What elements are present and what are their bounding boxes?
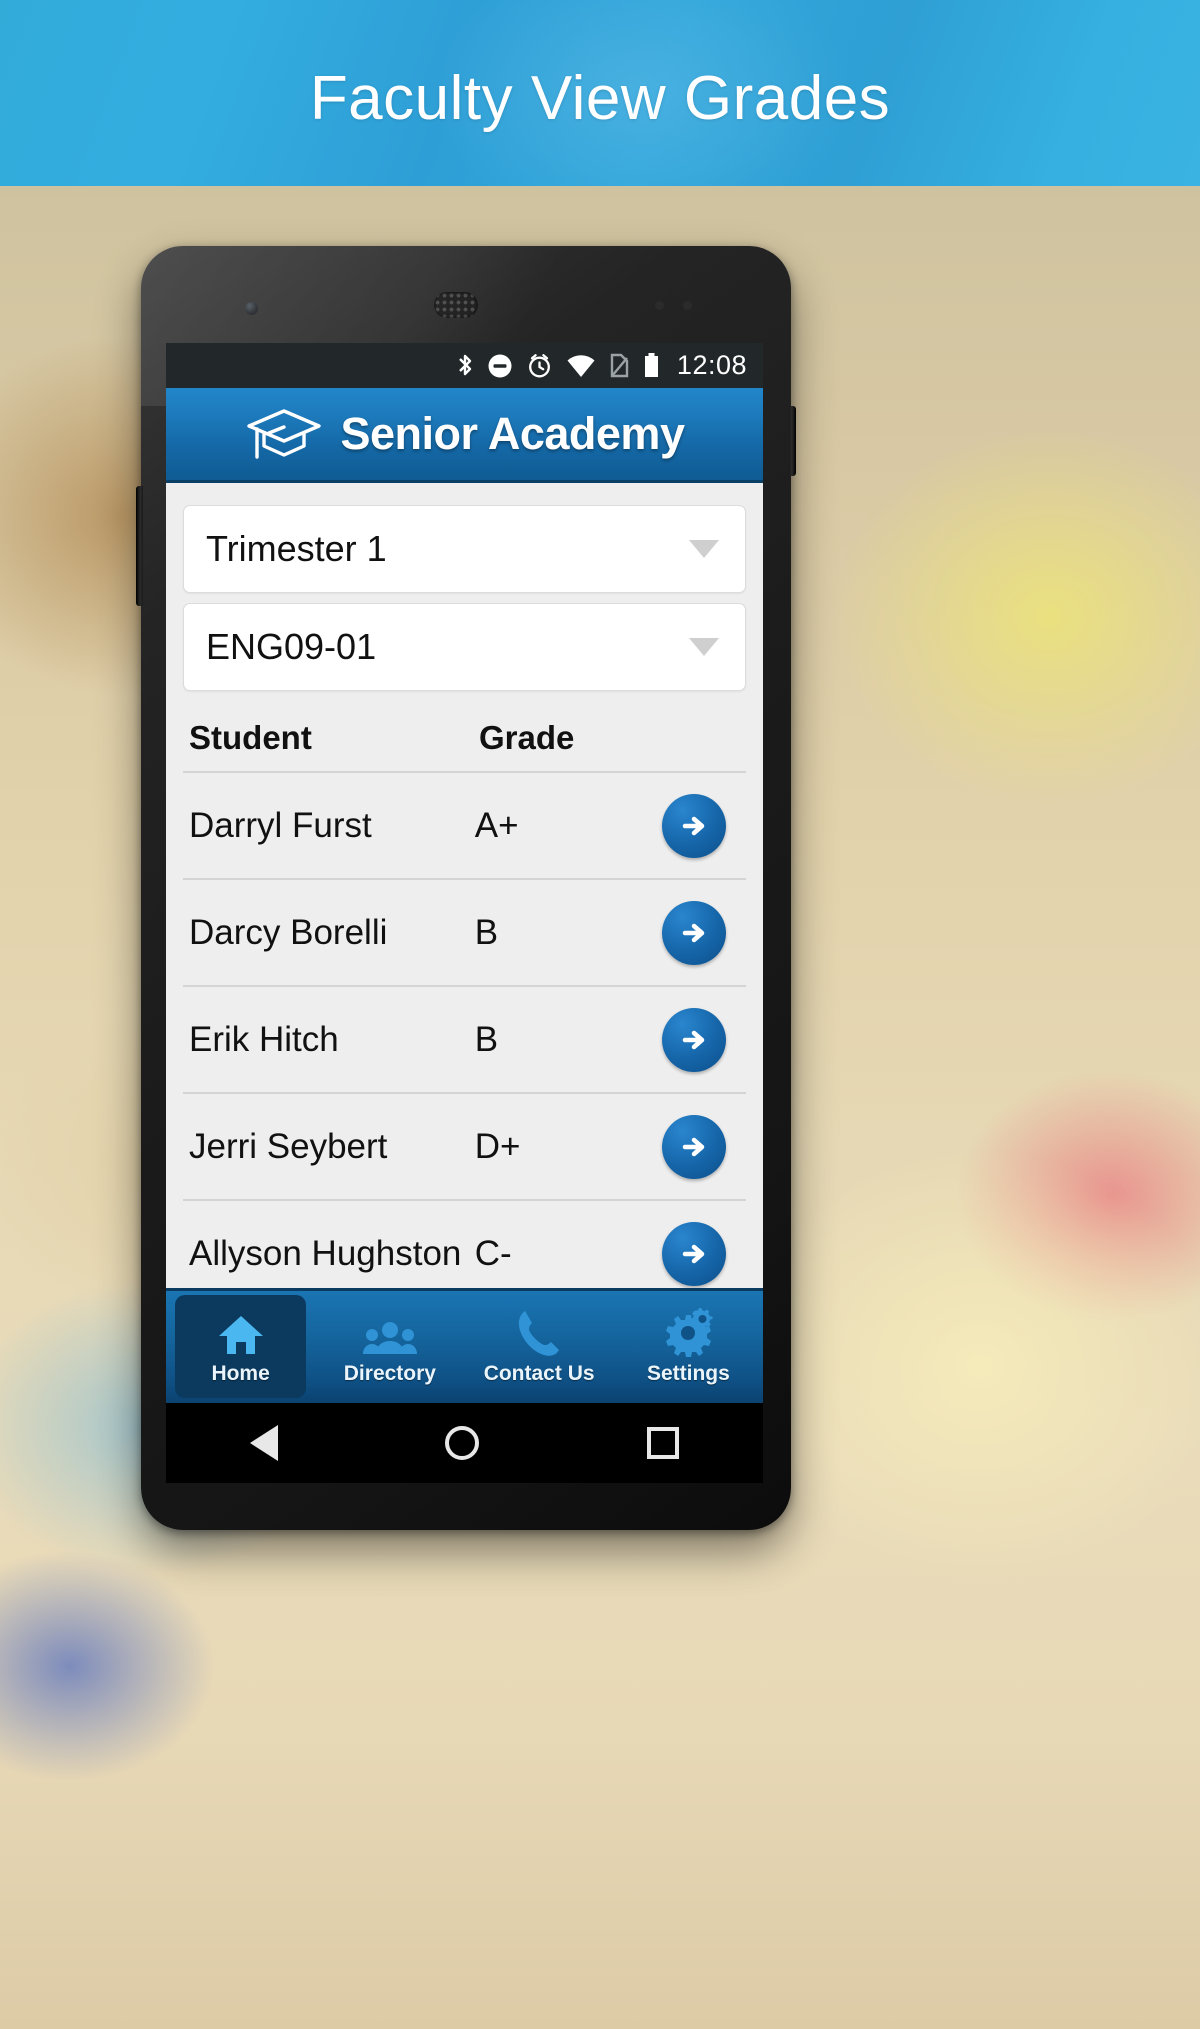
table-header-row: Student Grade	[183, 705, 746, 771]
proximity-sensor	[655, 301, 664, 310]
cell-grade: D+	[474, 1126, 521, 1166]
cell-grade: C-	[474, 1233, 512, 1273]
alarm-icon	[528, 354, 550, 378]
light-sensor	[683, 301, 692, 310]
chevron-down-icon	[689, 540, 719, 558]
tab-directory-label: Directory	[343, 1361, 436, 1385]
arrow-right-icon[interactable]	[662, 793, 726, 858]
table-row[interactable]: Jerri Seybert D+	[183, 1094, 746, 1199]
main-content: Trimester 1 ENG09-01 Student Grade Darry…	[166, 483, 763, 1306]
home-button[interactable]	[445, 1426, 480, 1460]
cell-grade: B	[474, 912, 499, 952]
arrow-right-icon[interactable]	[662, 1114, 726, 1179]
people-icon	[362, 1306, 417, 1358]
cell-grade: A+	[474, 805, 519, 845]
gears-icon	[661, 1306, 715, 1358]
status-bar: 12:08	[166, 343, 763, 388]
column-header-grade: Grade	[479, 719, 575, 756]
phone-screen: 12:08 Senior Academy Trimester 1 ENG09-0…	[166, 343, 763, 1403]
bluetooth-icon	[459, 354, 472, 376]
home-icon	[216, 1306, 266, 1358]
back-button[interactable]	[249, 1425, 278, 1461]
battery-icon	[644, 353, 658, 377]
arrow-right-icon[interactable]	[662, 900, 726, 965]
promo-banner: Faculty View Grades	[0, 0, 1200, 186]
phone-volume-button	[136, 486, 143, 606]
tab-home-label: Home	[211, 1361, 270, 1385]
android-nav-bar	[166, 1403, 763, 1483]
trimester-select-value: Trimester 1	[206, 528, 387, 569]
chevron-down-icon	[689, 638, 719, 656]
course-select[interactable]: ENG09-01	[183, 603, 746, 691]
table-row[interactable]: Erik Hitch B	[183, 987, 746, 1092]
phone-power-button	[789, 406, 796, 476]
do-not-disturb-icon	[488, 354, 512, 377]
bottom-tab-bar: Home Directory Contact Us Settings	[166, 1288, 763, 1403]
row-detail-button[interactable]	[662, 1221, 740, 1286]
arrow-right-icon[interactable]	[662, 1007, 726, 1072]
app-header: Senior Academy	[166, 388, 763, 483]
wifi-icon	[567, 354, 595, 377]
table-row[interactable]: Darryl Furst A+	[183, 773, 746, 878]
cell-student: Darryl Furst	[189, 805, 372, 845]
trimester-select[interactable]: Trimester 1	[183, 505, 746, 593]
cell-grade: B	[474, 1019, 499, 1059]
row-detail-button[interactable]	[662, 1114, 740, 1179]
column-header-student: Student	[189, 719, 312, 756]
tab-home[interactable]: Home	[166, 1288, 315, 1403]
front-camera	[245, 302, 258, 315]
app-title: Senior Academy	[340, 408, 685, 459]
phone-device: 12:08 Senior Academy Trimester 1 ENG09-0…	[136, 246, 796, 1530]
tab-directory[interactable]: Directory	[315, 1288, 464, 1403]
tab-contact-us[interactable]: Contact Us	[465, 1288, 614, 1403]
phone-icon	[515, 1306, 563, 1358]
course-select-value: ENG09-01	[206, 626, 377, 667]
tab-settings[interactable]: Settings	[614, 1288, 763, 1403]
cell-student: Darcy Borelli	[189, 912, 388, 952]
banner-title: Faculty View Grades	[309, 63, 891, 133]
recent-apps-button[interactable]	[647, 1427, 680, 1459]
row-detail-button[interactable]	[662, 1007, 740, 1072]
graduation-cap-icon	[246, 409, 321, 459]
tab-contact-us-label: Contact Us	[483, 1361, 595, 1385]
cell-student: Erik Hitch	[189, 1019, 339, 1059]
tab-settings-label: Settings	[646, 1361, 730, 1385]
row-detail-button[interactable]	[662, 793, 740, 858]
row-detail-button[interactable]	[662, 900, 740, 965]
no-sim-icon	[610, 353, 629, 378]
grades-table: Student Grade Darryl Furst A+ Darcy Bore…	[183, 705, 746, 1306]
arrow-right-icon[interactable]	[662, 1221, 726, 1286]
earpiece-speaker	[434, 292, 478, 318]
table-row[interactable]: Darcy Borelli B	[183, 880, 746, 985]
cell-student: Allyson Hughston	[189, 1233, 462, 1273]
status-bar-time: 12:08	[676, 350, 747, 380]
cell-student: Jerri Seybert	[189, 1126, 388, 1166]
